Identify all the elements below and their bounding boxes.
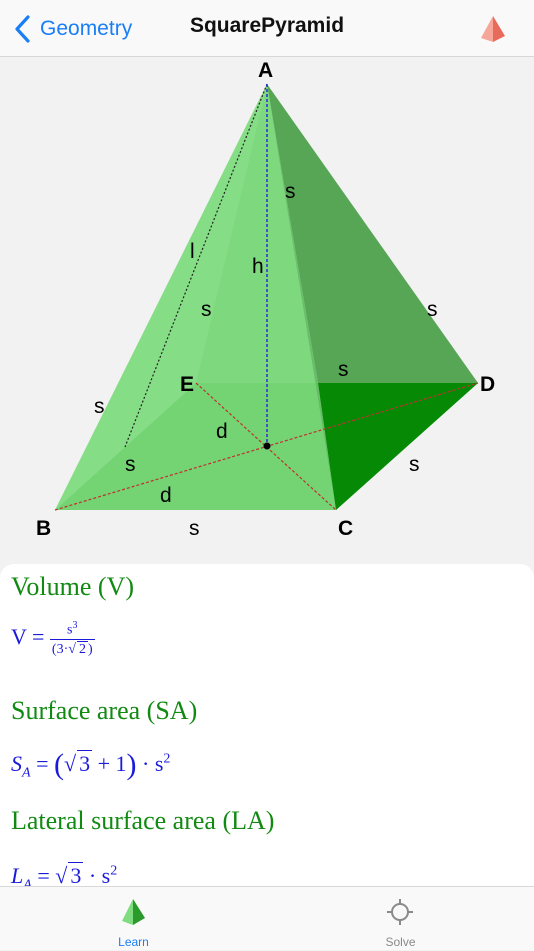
tab-learn-label: Learn bbox=[118, 935, 149, 949]
section-title-surface: Surface area (SA) bbox=[11, 696, 198, 725]
vertex-b: B bbox=[36, 517, 51, 540]
label-edge-ad: s bbox=[285, 180, 296, 203]
formula-surface: SA = (√ 3 + 1) · s2 bbox=[11, 748, 171, 781]
vertex-e: E bbox=[180, 373, 194, 396]
label-slant: l bbox=[190, 240, 195, 263]
label-height: h bbox=[252, 255, 264, 278]
label-edge-de: s bbox=[338, 358, 349, 381]
tab-bar: Learn Solve bbox=[0, 886, 534, 950]
crosshair-icon bbox=[387, 899, 413, 925]
page-title: SquarePyramid bbox=[189, 14, 345, 37]
vertex-d: D bbox=[480, 373, 495, 396]
pyramid-icon[interactable] bbox=[478, 14, 508, 44]
label-edge-be: s bbox=[125, 453, 136, 476]
volume-fraction: s3 (3·√ 2) bbox=[49, 620, 95, 657]
tab-solve[interactable]: Solve bbox=[267, 887, 534, 951]
label-edge-cd: s bbox=[409, 453, 420, 476]
label-edge-bc: s bbox=[189, 517, 200, 540]
section-title-lateral: Lateral surface area (LA) bbox=[11, 806, 275, 835]
pyramid-tab-icon bbox=[122, 899, 145, 925]
pyramid-diagram: A B C D E l h d d s s s s s s s s bbox=[0, 57, 534, 567]
label-diag-bd: d bbox=[160, 484, 172, 507]
vertex-c: C bbox=[338, 517, 353, 540]
label-edge-ae: s bbox=[201, 298, 212, 321]
label-diag-ec: d bbox=[216, 420, 228, 443]
tab-learn[interactable]: Learn bbox=[0, 887, 267, 951]
label-edge-ac: s bbox=[427, 298, 438, 321]
formula-card: Volume (V) V = s3 (3·√ 2) Surface area (S… bbox=[0, 564, 534, 894]
nav-bar: Geometry SquarePyramid bbox=[0, 0, 534, 57]
vertex-a: A bbox=[258, 59, 273, 82]
formula-volume: V = s3 (3·√ 2) bbox=[11, 620, 95, 657]
label-edge-ab: s bbox=[94, 395, 105, 418]
center-point bbox=[263, 442, 271, 450]
section-title-volume: Volume (V) bbox=[11, 572, 135, 601]
tab-solve-label: Solve bbox=[385, 935, 416, 949]
